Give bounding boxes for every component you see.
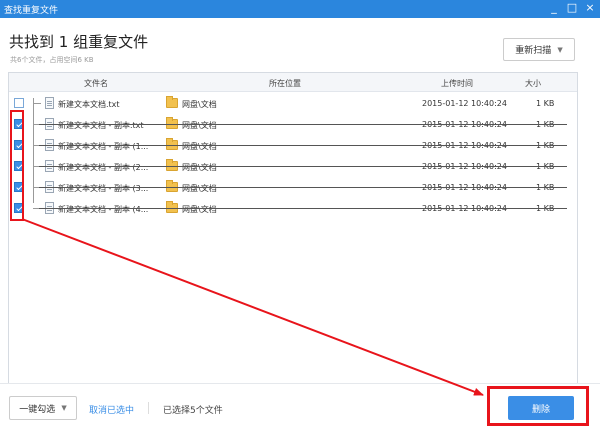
unselect-link[interactable]: 取消已选中 (89, 403, 134, 416)
table-row[interactable]: 新建文本文档 - 副本 (3... 网盘\文档 2015-01-12 10:40… (9, 177, 577, 198)
file-size: 1 KB (536, 183, 555, 192)
title-bar[interactable]: 查找重复文件 _ □ × (0, 0, 600, 18)
maximize-icon[interactable]: □ (564, 1, 580, 15)
table-row[interactable]: 新建文本文档 - 副本 (4... 网盘\文档 2015-01-12 10:40… (9, 198, 577, 219)
text-file-icon (45, 118, 54, 130)
chevron-down-icon: ▼ (557, 45, 563, 54)
file-upload-time: 2015-01-12 10:40:24 (422, 162, 507, 171)
tree-branch (33, 145, 41, 146)
quick-select-button[interactable]: 一键勾选 ▼ (9, 396, 77, 420)
column-header-size[interactable]: 大小 (525, 78, 541, 89)
window-controls: _ □ × (546, 1, 598, 15)
folder-icon (166, 159, 178, 171)
tree-branch (33, 208, 41, 209)
file-location[interactable]: 网盘\文档 (182, 204, 217, 215)
file-name: 新建文本文档.txt (58, 100, 120, 109)
file-name: 新建文本文档 - 副本 (4... (58, 205, 149, 214)
file-location[interactable]: 网盘\文档 (182, 141, 217, 152)
close-icon[interactable]: × (582, 1, 598, 15)
file-upload-time: 2015-01-12 10:40:24 (422, 99, 507, 108)
chevron-down-icon: ▼ (61, 404, 67, 412)
file-location[interactable]: 网盘\文档 (182, 183, 217, 194)
file-size: 1 KB (536, 99, 555, 108)
file-upload-time: 2015-01-12 10:40:24 (422, 204, 507, 213)
summary-text: 共6个文件，占用空间6 KB (10, 56, 94, 64)
file-name: 新建文本文档 - 副本 (2... (58, 163, 149, 172)
checkbox-highlight-box (10, 110, 24, 221)
file-upload-time: 2015-01-12 10:40:24 (422, 183, 507, 192)
footer-divider (0, 383, 600, 384)
file-name: 新建文本文档 - 副本.txt (58, 121, 144, 130)
folder-icon (166, 117, 178, 129)
row-checkbox[interactable] (14, 98, 24, 108)
tree-branch (33, 103, 41, 104)
file-size: 1 KB (536, 120, 555, 129)
table-row[interactable]: 新建文本文档 - 副本 (2... 网盘\文档 2015-01-12 10:40… (9, 156, 577, 177)
rescan-button[interactable]: 重新扫描 ▼ (503, 38, 575, 61)
table-row[interactable]: 新建文本文档 - 副本 (1... 网盘\文档 2015-01-12 10:40… (9, 135, 577, 156)
tree-branch (33, 187, 41, 188)
file-size: 1 KB (536, 204, 555, 213)
table-header: 文件名 所在位置 上传时间 大小 (9, 73, 577, 92)
file-location[interactable]: 网盘\文档 (182, 120, 217, 131)
text-file-icon (45, 97, 54, 109)
quick-select-label: 一键勾选 (19, 404, 56, 415)
folder-icon (166, 180, 178, 192)
folder-icon (166, 201, 178, 213)
tree-branch (33, 166, 41, 167)
folder-icon (166, 138, 178, 150)
window-title: 查找重复文件 (4, 6, 59, 16)
file-name: 新建文本文档 - 副本 (1... (58, 142, 149, 151)
table-row[interactable]: 新建文本文档.txt 网盘\文档 2015-01-12 10:40:24 1 K… (9, 93, 577, 114)
file-table: 文件名 所在位置 上传时间 大小 新建文本文档.txt 网盘\文档 2015-0… (8, 72, 578, 384)
file-location[interactable]: 网盘\文档 (182, 162, 217, 173)
text-file-icon (45, 160, 54, 172)
minimize-icon[interactable]: _ (546, 1, 562, 15)
folder-icon (166, 96, 178, 108)
selection-status: 已选择5个文件 (163, 406, 223, 416)
column-header-name[interactable]: 文件名 (84, 78, 108, 89)
file-size: 1 KB (536, 141, 555, 150)
text-file-icon (45, 139, 54, 151)
column-header-time[interactable]: 上传时间 (441, 78, 473, 89)
delete-highlight-box (487, 386, 589, 426)
file-name: 新建文本文档 - 副本 (3... (58, 184, 149, 193)
tree-branch (33, 124, 41, 125)
file-upload-time: 2015-01-12 10:40:24 (422, 120, 507, 129)
column-header-location[interactable]: 所在位置 (269, 78, 301, 89)
text-file-icon (45, 181, 54, 193)
table-row[interactable]: 新建文本文档 - 副本.txt 网盘\文档 2015-01-12 10:40:2… (9, 114, 577, 135)
rescan-label: 重新扫描 (515, 46, 552, 56)
file-location[interactable]: 网盘\文档 (182, 99, 217, 110)
duplicate-finder-window: 查找重复文件 _ □ × 共找到 1 组重复文件 共6个文件，占用空间6 KB … (0, 0, 600, 439)
file-size: 1 KB (536, 162, 555, 171)
file-upload-time: 2015-01-12 10:40:24 (422, 141, 507, 150)
footer-separator (148, 402, 149, 414)
page-title: 共找到 1 组重复文件 (9, 33, 149, 51)
text-file-icon (45, 202, 54, 214)
